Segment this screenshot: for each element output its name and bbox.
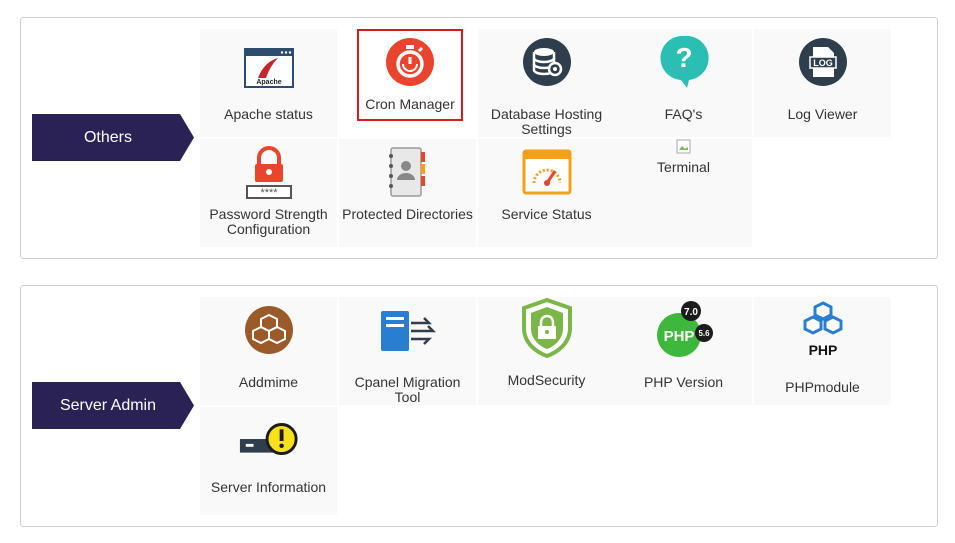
- tile-cpanel-migration-tool[interactable]: Cpanel Migration Tool: [339, 297, 476, 405]
- apache-icon: Apache: [238, 37, 300, 99]
- tile-label: Password Strength Configuration: [209, 206, 328, 237]
- svg-text:****: ****: [260, 187, 278, 199]
- tile-database-hosting-settings[interactable]: Database Hosting Settings: [478, 29, 615, 137]
- tile-label: Apache status: [224, 106, 313, 122]
- tile-server-information[interactable]: Server Information: [200, 407, 337, 515]
- php-module-icon: PHP: [792, 299, 854, 361]
- tile-cron-manager[interactable]: Cron Manager: [357, 29, 463, 121]
- php-badge-text: PHP: [808, 342, 837, 358]
- tile-service-status[interactable]: Service Status: [478, 139, 615, 247]
- tile-label: Cron Manager: [365, 96, 455, 112]
- server-warning-icon: [238, 409, 300, 471]
- tile-label: ModSecurity: [507, 372, 586, 388]
- tile-label: Terminal: [657, 159, 710, 175]
- speedometer-window-icon: [516, 141, 578, 203]
- tile-label: Protected Directories: [342, 206, 473, 222]
- address-book-icon: [377, 141, 439, 203]
- server-transfer-icon: [377, 299, 439, 361]
- tile-label: Cpanel Migration Tool: [354, 374, 461, 405]
- php-version-icon: PHP 7.0 5.6: [653, 299, 715, 361]
- section-title-others: Others: [32, 114, 194, 161]
- tile-label: Addmime: [238, 374, 299, 390]
- tile-phpmodule[interactable]: PHP PHPmodule: [754, 297, 891, 405]
- php-version-badge: 5.6: [698, 329, 710, 338]
- database-gear-icon: [516, 31, 578, 93]
- cubes-icon: [238, 299, 300, 361]
- tile-addmime[interactable]: Addmime: [200, 297, 337, 405]
- svg-text:Apache: Apache: [256, 79, 281, 86]
- tile-label: PHP Version: [643, 374, 724, 390]
- tile-label: Server Information: [210, 479, 327, 495]
- question-bubble-icon: ?: [653, 31, 715, 93]
- others-panel: Others Apache Apache status Cron Manager…: [20, 17, 938, 259]
- tile-faqs[interactable]: ? FAQ's: [615, 29, 752, 137]
- tile-apache-status[interactable]: Apache Apache status: [200, 29, 337, 137]
- tile-password-strength[interactable]: **** Password Strength Configuration: [200, 139, 337, 247]
- svg-text:?: ?: [675, 42, 692, 73]
- tile-modsecurity[interactable]: ModSecurity: [478, 297, 615, 405]
- php-version-badge: 7.0: [684, 307, 698, 318]
- tile-label: Service Status: [501, 206, 592, 222]
- tile-terminal[interactable]: Terminal: [615, 139, 752, 247]
- broken-image-icon: [676, 139, 692, 155]
- server-admin-panel: Server Admin Addmime Cpanel Migration To…: [20, 285, 938, 527]
- tile-label: FAQ's: [664, 106, 703, 122]
- php-badge-text: PHP: [663, 328, 694, 345]
- tile-label: PHPmodule: [785, 379, 860, 395]
- section-title-server-admin: Server Admin: [32, 382, 194, 429]
- shield-lock-icon: [516, 297, 578, 359]
- tile-label: Log Viewer: [787, 106, 858, 122]
- tile-protected-directories[interactable]: Protected Directories: [339, 139, 476, 247]
- tile-log-viewer[interactable]: LOG Log Viewer: [754, 29, 891, 137]
- tile-label: Database Hosting Settings: [490, 106, 603, 137]
- tile-php-version[interactable]: PHP 7.0 5.6 PHP Version: [615, 297, 752, 405]
- log-file-icon: LOG: [792, 31, 854, 93]
- stopwatch-icon: [379, 31, 441, 93]
- svg-text:LOG: LOG: [813, 58, 833, 68]
- padlock-password-icon: ****: [238, 141, 300, 203]
